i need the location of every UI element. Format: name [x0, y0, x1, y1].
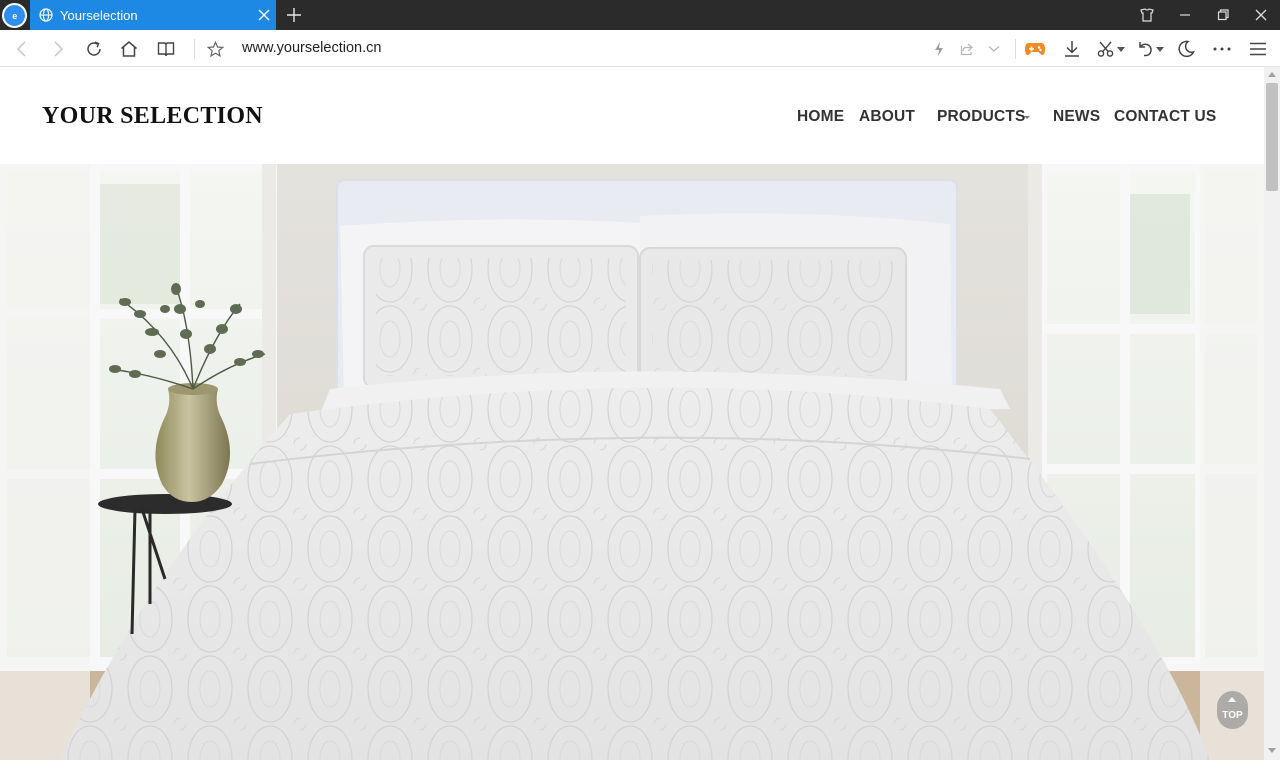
back-to-top-label: TOP [1222, 710, 1243, 721]
browser-tab-active[interactable]: Yourselection [30, 0, 276, 30]
scroll-down-icon[interactable] [1268, 748, 1276, 753]
tab-title: Yourselection [60, 8, 138, 23]
reload-icon[interactable] [82, 37, 106, 61]
back-to-top-button[interactable]: TOP [1217, 691, 1248, 729]
star-icon[interactable] [203, 37, 227, 61]
chevron-down-icon[interactable] [982, 37, 1006, 61]
hamburger-menu-icon[interactable] [1246, 37, 1270, 61]
share-icon[interactable] [955, 37, 979, 61]
site-logo[interactable]: YOUR SELECTION [42, 103, 263, 130]
back-arrow-icon[interactable] [10, 37, 34, 61]
chevron-down-icon[interactable] [1153, 37, 1167, 61]
browser-toolbar: www.yourselection.cn [0, 30, 1280, 67]
nav-about[interactable]: ABOUT [859, 108, 915, 126]
minimize-icon[interactable] [1166, 0, 1204, 30]
bedroom-bedding-illustration [0, 164, 1264, 760]
scrollbar-thumb[interactable] [1266, 83, 1278, 191]
nav-news[interactable]: NEWS [1053, 108, 1100, 126]
forward-arrow-icon[interactable] [46, 37, 70, 61]
window-close-icon[interactable] [1242, 0, 1280, 30]
nav-contact[interactable]: CONTACT US [1114, 108, 1216, 126]
nav-products[interactable]: PRODUCTS [937, 108, 1026, 126]
toolbar-divider [194, 39, 195, 59]
more-dots-icon[interactable] [1210, 37, 1234, 61]
gamepad-icon[interactable] [1023, 37, 1047, 61]
browser-titlebar: e Yourselection [0, 0, 1280, 30]
page-scrollbar[interactable] [1264, 67, 1280, 760]
hero-banner-image [0, 164, 1264, 760]
toolbar-divider [1015, 39, 1016, 59]
globe-icon [39, 8, 53, 22]
home-icon[interactable] [117, 37, 141, 61]
book-icon[interactable] [154, 37, 178, 61]
browser-logo-icon[interactable]: e [2, 3, 27, 28]
close-icon[interactable] [256, 6, 272, 24]
lightning-icon[interactable] [927, 37, 951, 61]
products-dropdown-caret[interactable] [1024, 116, 1030, 119]
nav-home[interactable]: HOME [797, 108, 844, 126]
restore-icon[interactable] [1204, 0, 1242, 30]
download-icon[interactable] [1060, 37, 1084, 61]
shirt-icon[interactable] [1128, 0, 1166, 30]
chevron-down-icon[interactable] [1114, 37, 1128, 61]
site-header: YOUR SELECTION HOME ABOUT PRODUCTS NEWS … [0, 67, 1264, 164]
scroll-up-icon[interactable] [1268, 72, 1276, 77]
plus-icon[interactable] [284, 4, 304, 26]
page-viewport: YOUR SELECTION HOME ABOUT PRODUCTS NEWS … [0, 67, 1264, 760]
address-bar-url[interactable]: www.yourselection.cn [242, 40, 381, 56]
moon-icon[interactable] [1174, 37, 1198, 61]
arrow-up-icon [1228, 697, 1236, 702]
